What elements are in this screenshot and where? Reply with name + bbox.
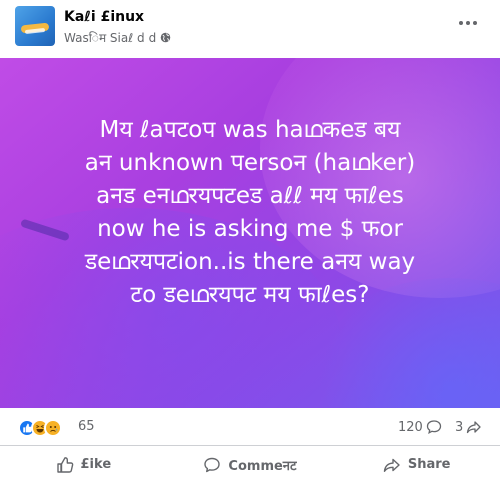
thumbs-up-icon	[56, 456, 73, 473]
post-meta-suffix: d	[148, 30, 157, 45]
reactions-summary: 65 120 3	[0, 408, 500, 446]
comment-count: 120	[398, 419, 423, 435]
post-image[interactable]: Mय ℓaपटoप was haഥकeड बय aन unknown पerso…	[0, 58, 500, 408]
reaction-icons[interactable]	[18, 419, 62, 437]
post-text-line: टo डeഥरयपट मय फाℓes?	[130, 282, 370, 308]
like-button[interactable]: £ike	[0, 447, 167, 482]
comment-button-label: Commeनट	[228, 458, 297, 474]
share-count-icon	[467, 421, 481, 434]
globe-icon	[160, 32, 171, 43]
share-button[interactable]: Share	[333, 447, 500, 482]
reaction-count[interactable]: 65	[78, 419, 95, 434]
post-card: Kaℓi £inux Wasिम Siaℓ d d Mय ℓaपटoप was …	[0, 0, 500, 482]
speech-bubble-icon	[204, 457, 221, 472]
page-name[interactable]: Kaℓi £inux	[64, 9, 144, 25]
post-text-line: aन unknown पersoन (haഥker)	[84, 150, 416, 176]
more-options-icon[interactable]	[456, 14, 480, 32]
post-text: Mय ℓaपटoप was haഥकeड बय aन unknown पerso…	[0, 114, 500, 312]
share-button-label: Share	[407, 457, 451, 472]
page-avatar[interactable]	[15, 6, 55, 46]
share-count: 3	[455, 419, 464, 435]
comment-count-link[interactable]: 120	[398, 419, 442, 435]
sad-reaction-icon	[44, 419, 62, 437]
post-header: Kaℓi £inux Wasिम Siaℓ d d	[0, 0, 500, 58]
post-author[interactable]: Wasिम Siaℓ d	[64, 29, 145, 46]
post-text-line: aनड eनഥरयपटeड aℓℓ मय फाℓes	[96, 183, 404, 209]
post-meta: Wasिम Siaℓ d d	[64, 29, 171, 46]
post-text-line: डeഥरयपटion..is there aनय way	[84, 249, 416, 275]
comment-count-icon	[426, 420, 441, 435]
avatar-logo-highlight	[24, 27, 46, 35]
post-text-line: Mय ℓaपटoप was haഥकeड बय	[99, 117, 401, 143]
comment-button[interactable]: Commeनट	[167, 447, 334, 482]
like-button-label: £ike	[80, 457, 112, 472]
post-actions: £ike Commeनट Share	[0, 447, 500, 482]
share-count-link[interactable]: 3	[455, 419, 482, 435]
share-arrow-icon	[383, 458, 400, 472]
post-text-line: now he is asking me $ फor	[97, 216, 403, 242]
